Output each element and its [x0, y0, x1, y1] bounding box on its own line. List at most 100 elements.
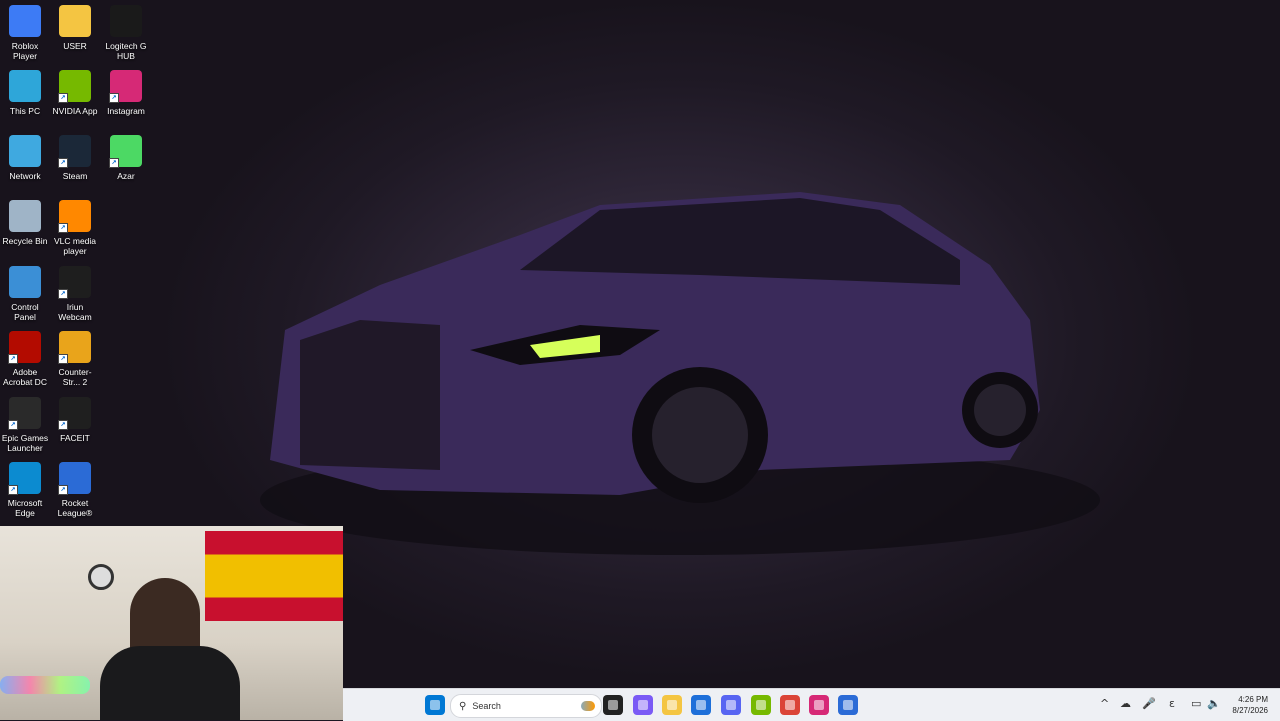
shortcut-arrow-icon: ↗	[58, 93, 68, 103]
widgets-button[interactable]	[633, 695, 653, 715]
epic-games-icon: ↗	[8, 397, 41, 430]
store-icon	[696, 700, 706, 710]
faceit-icon: ↗	[58, 397, 91, 430]
shortcut-arrow-icon: ↗	[109, 93, 119, 103]
tray-overflow-chevron[interactable]: ^	[1100, 697, 1109, 710]
control-panel-icon	[9, 266, 41, 298]
desktop-icon-label: Azar	[117, 171, 135, 181]
acrobat-icon: ↗	[8, 331, 41, 364]
start-button-button[interactable]	[425, 695, 445, 715]
desktop-icon-recycle-bin[interactable]: Recycle Bin	[0, 200, 50, 246]
desktop-icon-label: VLC media player	[53, 236, 97, 256]
person-body	[100, 646, 240, 720]
nvidia-icon: ↗	[58, 70, 91, 103]
chrome-icon	[785, 700, 795, 710]
desktop-icon-label: Network	[9, 171, 41, 181]
steam-icon: ↗	[58, 135, 91, 168]
desktop-icon-label: Iriun Webcam	[58, 302, 92, 322]
desktop-icon-label: Control Panel	[11, 302, 39, 322]
nvidia-app-button[interactable]	[751, 695, 771, 715]
desktop-icon-edge[interactable]: ↗ Microsoft Edge	[0, 462, 50, 518]
shortcut-arrow-icon: ↗	[8, 354, 18, 364]
system-clock[interactable]: 4:26 PM 8/27/2026	[1232, 694, 1268, 716]
instagram-icon	[814, 700, 824, 710]
nvidia-icon	[756, 700, 766, 710]
discord-button[interactable]	[721, 695, 741, 715]
edge-icon: ↗	[8, 462, 41, 495]
display-icon[interactable]: ▭	[1191, 697, 1201, 710]
desktop-icon-epic-games[interactable]: ↗ Epic Games Launcher	[0, 397, 50, 453]
task-view-button[interactable]	[603, 695, 623, 715]
desktop-icon-label: Rocket League®	[57, 498, 93, 518]
desktop-icon-roblox[interactable]: Roblox Player	[0, 5, 50, 61]
search-box[interactable]: ⚲ Search	[450, 694, 602, 718]
iriun-icon: ↗	[58, 266, 91, 299]
chrome-button[interactable]	[780, 695, 800, 715]
wall-clock	[88, 564, 114, 590]
instagram-button[interactable]	[809, 695, 829, 715]
language-indicator[interactable]: ε	[1169, 697, 1175, 710]
desktop-icon-label: Logitech G HUB	[105, 41, 147, 61]
rocket-league-icon	[843, 700, 853, 710]
desktop-icon-acrobat[interactable]: ↗ Adobe Acrobat DC	[0, 331, 50, 387]
desktop-icon-steam[interactable]: ↗ Steam	[50, 135, 100, 181]
shortcut-arrow-icon: ↗	[8, 485, 18, 495]
file-explorer-button[interactable]	[662, 695, 682, 715]
taskbar: ⚲ Search ^ ☁ 🎤 ε ▭ 🔈 4:26 PM 8/27/2026	[343, 688, 1280, 721]
shortcut-arrow-icon: ↗	[58, 485, 68, 495]
desktop-icon-iriun[interactable]: ↗ Iriun Webcam	[50, 266, 100, 322]
desktop-icon-label: USER	[63, 41, 87, 51]
shortcut-arrow-icon: ↗	[58, 289, 68, 299]
desktop-icon-logitech[interactable]: Logitech G HUB	[101, 5, 151, 61]
desktop-icon-label: FACEIT	[60, 433, 90, 443]
search-highlight-icon	[581, 701, 595, 711]
desktop-icon-nvidia[interactable]: ↗ NVIDIA App	[50, 70, 100, 116]
desktop-icon-control-panel[interactable]: Control Panel	[0, 266, 50, 322]
search-icon: ⚲	[459, 700, 467, 712]
desktop-icon-instagram[interactable]: ↗ Instagram	[101, 70, 151, 116]
desktop-icon-label: This PC	[9, 106, 41, 116]
desktop-icon-azar[interactable]: ↗ Azar	[101, 135, 151, 181]
desktop-icon-label: Adobe Acrobat DC	[3, 367, 47, 387]
shortcut-arrow-icon: ↗	[8, 420, 18, 430]
folder-icon	[59, 5, 91, 37]
desktop-icon-faceit[interactable]: ↗ FACEIT	[50, 397, 100, 443]
desktop-icon-rocket-league[interactable]: ↗ Rocket League®	[50, 462, 100, 518]
rocket-league-icon: ↗	[58, 462, 91, 495]
keyboard-rgb	[0, 676, 90, 694]
microsoft-store-button[interactable]	[691, 695, 711, 715]
onedrive-icon[interactable]: ☁	[1120, 697, 1131, 710]
volume-icon[interactable]: 🔈	[1207, 697, 1221, 710]
desktop-icon-label: NVIDIA App	[52, 106, 98, 116]
shortcut-arrow-icon: ↗	[58, 354, 68, 364]
rocket-league-button[interactable]	[838, 695, 858, 715]
recycle-bin-icon	[9, 200, 41, 232]
vlc-icon: ↗	[58, 200, 91, 233]
microphone-icon[interactable]: 🎤	[1142, 697, 1156, 710]
desktop-icon-vlc[interactable]: ↗ VLC media player	[50, 200, 100, 256]
roblox-icon	[9, 5, 41, 37]
monitor-icon	[9, 70, 41, 102]
windows-icon	[430, 700, 440, 710]
desktop-icon-label: Steam	[62, 171, 88, 181]
desktop-icon-label: Epic Games Launcher	[1, 433, 49, 453]
desktop-icon-label: Instagram	[107, 106, 145, 116]
clock-date: 8/27/2026	[1232, 706, 1268, 715]
desktop-icon-network[interactable]: Network	[0, 135, 50, 181]
desktop-icon-label: Counter-Str... 2	[58, 367, 92, 387]
widgets-icon	[638, 700, 648, 710]
task-view-icon	[608, 700, 618, 710]
desktop-icon-monitor[interactable]: This PC	[0, 70, 50, 116]
desktop-icon-label: Microsoft Edge	[7, 498, 43, 518]
search-placeholder: Search	[472, 701, 501, 711]
spanish-flag	[205, 531, 343, 621]
cs2-icon: ↗	[58, 331, 91, 364]
shortcut-arrow-icon: ↗	[58, 158, 68, 168]
folder-icon	[667, 700, 677, 710]
desktop-icon-label: Recycle Bin	[2, 236, 48, 246]
desktop-icon-folder[interactable]: USER	[50, 5, 100, 51]
desktop-icon-cs2[interactable]: ↗ Counter-Str... 2	[50, 331, 100, 387]
shortcut-arrow-icon: ↗	[58, 223, 68, 233]
instagram-icon: ↗	[109, 70, 142, 103]
desktop-icon-label: Roblox Player	[11, 41, 39, 61]
